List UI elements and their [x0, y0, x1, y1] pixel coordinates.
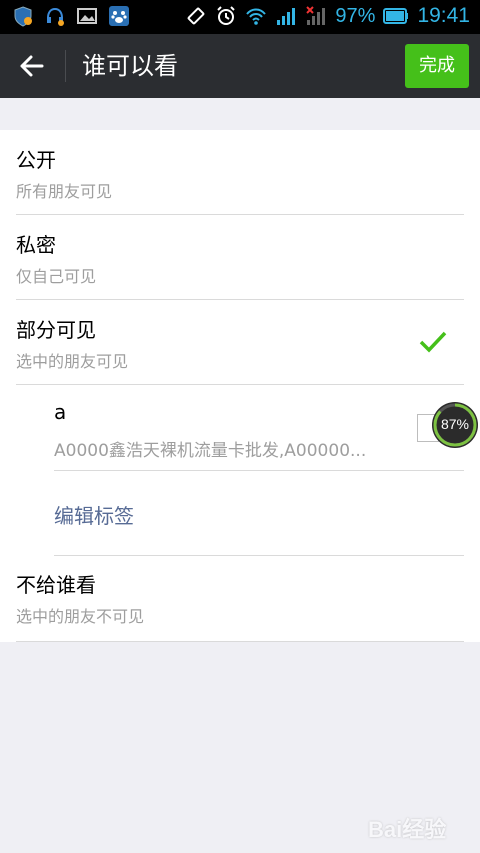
option-partially-visible[interactable]: 部分可见 选中的朋友可见 — [16, 300, 464, 385]
option-public[interactable]: 公开 所有朋友可见 — [16, 130, 464, 215]
option-title: 不给谁看 — [16, 573, 96, 597]
watermark-logo: Bai经验 — [368, 806, 468, 842]
option-private[interactable]: 私密 仅自己可见 — [16, 215, 464, 300]
headset-icon — [47, 7, 64, 26]
tag-name: a — [54, 400, 67, 424]
battery-percent: 97% — [335, 4, 376, 27]
tag-members: A0000鑫浩天裸机流量卡批发,A00000... — [54, 441, 367, 461]
toolbar-divider — [65, 50, 66, 82]
paw-icon — [109, 6, 129, 26]
rotate-icon — [188, 7, 205, 25]
watermark-text: Bai经验 — [368, 817, 447, 842]
option-title: 公开 — [16, 148, 56, 172]
option-title: 私密 — [16, 233, 56, 257]
option-subtitle: 选中的朋友不可见 — [16, 607, 145, 626]
back-arrow-icon[interactable] — [14, 48, 50, 84]
floating-progress-widget[interactable]: 87% — [432, 402, 478, 448]
done-button[interactable]: 完成 — [405, 44, 469, 88]
option-title: 部分可见 — [16, 318, 96, 342]
tag-row[interactable]: a A0000鑫浩天裸机流量卡批发,A00000... — [54, 386, 464, 471]
toolbar: 谁可以看 完成 — [0, 34, 480, 98]
progress-percent: 87% — [440, 416, 470, 432]
option-hide-from[interactable]: 不给谁看 选中的朋友不可见 — [16, 555, 464, 642]
status-bar: 97% 19:41 — [0, 0, 480, 34]
visibility-options-list: 公开 所有朋友可见 私密 仅自己可见 部分可见 选中的朋友可见 a A0000鑫… — [0, 130, 480, 642]
edit-tags-link[interactable]: 编辑标签 — [54, 500, 134, 529]
shield-icon — [14, 6, 32, 27]
option-subtitle: 所有朋友可见 — [16, 182, 113, 201]
option-subtitle: 仅自己可见 — [16, 267, 97, 286]
signal-icon — [277, 8, 296, 25]
alarm-icon — [217, 6, 236, 25]
page-title: 谁可以看 — [82, 52, 178, 80]
wifi-icon — [246, 8, 267, 25]
checkmark-icon — [419, 331, 447, 353]
image-icon — [77, 8, 97, 24]
option-subtitle: 选中的朋友可见 — [16, 352, 129, 371]
no-signal-icon — [306, 6, 326, 25]
battery-icon — [383, 8, 409, 24]
clock: 19:41 — [417, 4, 470, 27]
